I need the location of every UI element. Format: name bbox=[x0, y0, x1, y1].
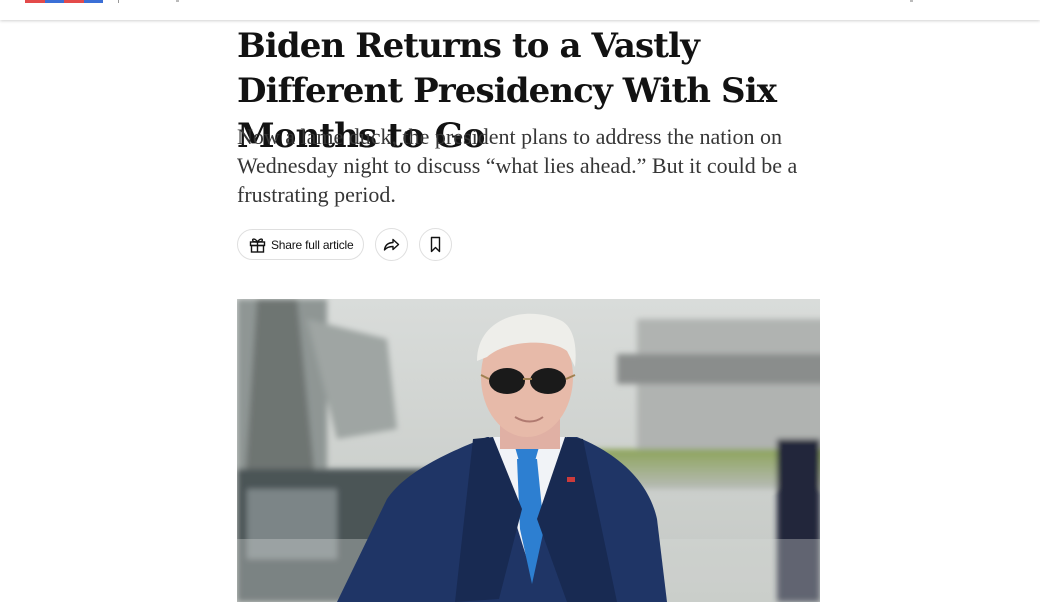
site-header bbox=[0, 0, 1040, 20]
strip-segment bbox=[64, 0, 84, 3]
brand-color-strip[interactable] bbox=[25, 0, 103, 3]
share-full-article-label: Share full article bbox=[271, 237, 354, 252]
share-full-article-button[interactable]: Share full article bbox=[237, 229, 365, 260]
article-actions: Share full article bbox=[237, 228, 453, 261]
article-summary: Now a lame duck, the president plans to … bbox=[237, 124, 798, 207]
share-arrow-icon bbox=[382, 235, 401, 254]
share-button[interactable] bbox=[375, 228, 409, 261]
lead-photo[interactable] bbox=[237, 299, 820, 602]
header-nav-fragment[interactable] bbox=[176, 0, 179, 2]
strip-segment bbox=[25, 0, 45, 3]
header-account-fragment[interactable] bbox=[910, 0, 913, 2]
gift-icon bbox=[248, 235, 267, 254]
header-divider bbox=[118, 0, 119, 3]
bookmark-icon bbox=[426, 235, 445, 254]
lead-photo-illustration bbox=[237, 299, 820, 602]
save-button[interactable] bbox=[419, 228, 453, 261]
strip-segment bbox=[44, 0, 64, 3]
strip-segment bbox=[83, 0, 103, 3]
